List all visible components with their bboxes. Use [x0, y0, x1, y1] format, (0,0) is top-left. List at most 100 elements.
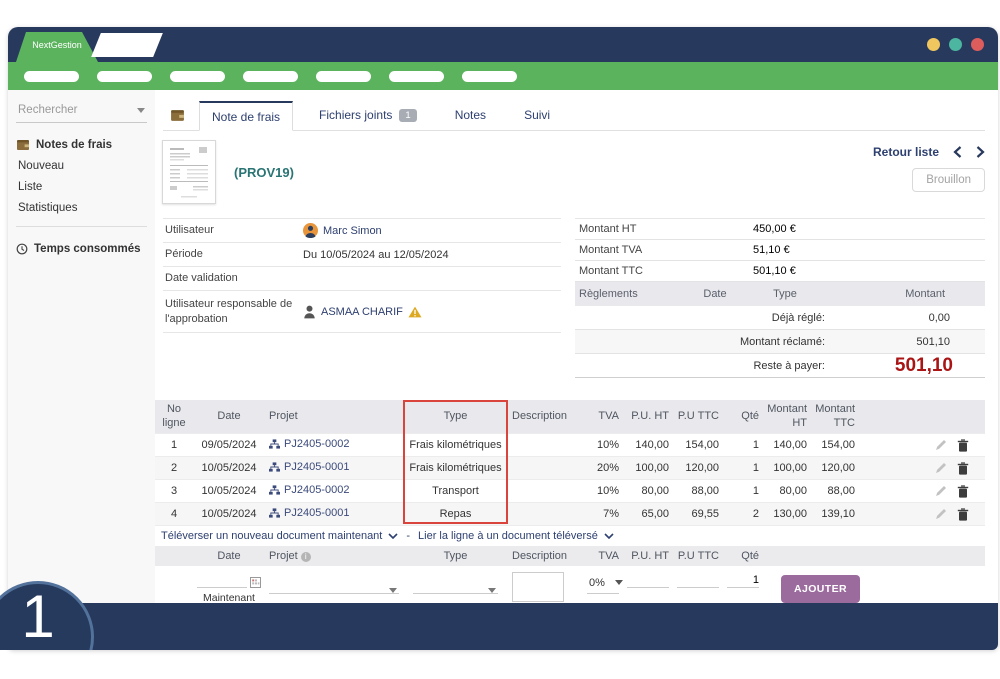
project-select[interactable] [269, 572, 399, 594]
line-montant-ht: 130,00 [763, 508, 811, 520]
minimize-dot-icon[interactable] [927, 38, 940, 51]
tab-label: Suivi [524, 108, 550, 122]
sidebar-item-liste[interactable]: Liste [18, 172, 147, 193]
tab-fichiers-joints[interactable]: Fichiers joints 1 [307, 100, 429, 130]
sidebar-divider [16, 226, 147, 227]
menu-pill[interactable] [97, 71, 152, 82]
upload-new-document-link[interactable]: Téléverser un nouveau document maintenan… [161, 530, 398, 542]
edit-icon[interactable] [935, 462, 947, 475]
back-to-list-link[interactable]: Retour liste [873, 145, 939, 159]
line-qte: 1 [723, 485, 763, 497]
info-row-approbateur: Utilisateur responsable de l'approbation… [163, 291, 561, 333]
window-controls [927, 38, 984, 51]
column-header: Description [508, 410, 583, 424]
form-header-row: Date Projet i Type Description TVA P.U. … [155, 546, 985, 566]
tab-note-de-frais[interactable]: Note de frais [199, 101, 293, 131]
column-header: TVA [583, 410, 623, 424]
user-link[interactable]: Marc Simon [323, 225, 382, 237]
previous-record-button[interactable] [953, 146, 962, 158]
line-montant-ht: 80,00 [763, 485, 811, 497]
column-header: Montant [905, 288, 985, 300]
trash-icon[interactable] [957, 508, 969, 521]
column-header: Projet [265, 410, 403, 424]
tab-suivi[interactable]: Suivi [512, 100, 562, 130]
project-link[interactable]: PJ2405-0002 [269, 484, 349, 496]
trash-icon[interactable] [957, 462, 969, 475]
amount-value: 51,10 € [753, 244, 790, 256]
project-code: PJ2405-0001 [284, 507, 349, 519]
qte-input[interactable] [727, 572, 759, 588]
line-pu-ht: 100,00 [623, 462, 673, 474]
chevron-down-icon [604, 533, 614, 539]
project-code: PJ2405-0001 [284, 461, 349, 473]
wallet-icon [170, 109, 185, 122]
pu-ht-input[interactable] [627, 572, 669, 588]
project-link[interactable]: PJ2405-0001 [269, 507, 349, 519]
edit-icon[interactable] [935, 485, 947, 498]
main-content: Note de frais Fichiers joints 1 Notes Su… [155, 90, 998, 603]
date-input[interactable] [197, 572, 247, 588]
menu-pill[interactable] [243, 71, 298, 82]
brand-tab[interactable]: NextGestion [16, 32, 98, 62]
info-row-utilisateur: Utilisateur Marc Simon [163, 219, 561, 243]
attachment-count-badge: 1 [399, 109, 416, 122]
line-date: 10/05/2024 [193, 508, 265, 520]
column-header: P.U TTC [673, 550, 723, 562]
next-record-button[interactable] [976, 146, 985, 158]
sidebar-item-nouveau[interactable]: Nouveau [18, 151, 147, 172]
menu-pill[interactable] [462, 71, 517, 82]
calendar-icon[interactable] [250, 577, 261, 588]
close-dot-icon[interactable] [971, 38, 984, 51]
tva-select[interactable]: 0% [587, 572, 619, 594]
project-code: PJ2405-0002 [284, 484, 349, 496]
amount-row-ttc: Montant TTC 501,10 € [575, 261, 985, 282]
link-document-link[interactable]: Lier la ligne à un document téléversé [418, 530, 614, 542]
sidebar-group-temps-consommes[interactable]: Temps consommés [16, 243, 147, 255]
type-select[interactable] [413, 572, 498, 594]
menu-pill[interactable] [24, 71, 79, 82]
line-pu-ttc: 69,55 [673, 508, 723, 520]
pu-ttc-input[interactable] [677, 572, 719, 588]
page-title: (PROV19) [234, 165, 294, 180]
approver-link[interactable]: ASMAA CHARIF [321, 306, 403, 318]
chevron-down-icon [488, 588, 496, 593]
menu-pill[interactable] [316, 71, 371, 82]
sitemap-icon [269, 508, 280, 518]
trash-icon[interactable] [957, 439, 969, 452]
field-label: Utilisateur responsable de l'approbation [163, 294, 303, 329]
avatar [303, 223, 318, 238]
menu-pill[interactable] [170, 71, 225, 82]
table-row: 1 09/05/2024 PJ2405-0002 Frais kilométri… [155, 433, 985, 456]
line-no: 2 [155, 462, 193, 474]
column-header: P.U TTC [673, 410, 723, 424]
tab-notes[interactable]: Notes [443, 100, 498, 130]
line-type: Repas [403, 508, 508, 520]
info-row-periode: Période Du 10/05/2024 au 12/05/2024 [163, 243, 561, 267]
table-header-row: No ligne Date Projet Type Description TV… [155, 400, 985, 433]
search-select[interactable]: Rechercher [16, 102, 147, 123]
chevron-down-icon [615, 580, 623, 585]
sidebar-item-statistiques[interactable]: Statistiques [18, 193, 147, 214]
edit-icon[interactable] [935, 439, 947, 452]
sidebar-group-notes-de-frais[interactable]: Notes de frais [16, 139, 147, 151]
maximize-dot-icon[interactable] [949, 38, 962, 51]
status-badge-brouillon[interactable]: Brouillon [912, 168, 985, 192]
project-link[interactable]: PJ2405-0001 [269, 461, 349, 473]
menu-pill[interactable] [389, 71, 444, 82]
line-montant-ttc: 154,00 [811, 439, 859, 451]
column-header: Qté [723, 550, 763, 562]
project-link[interactable]: PJ2405-0002 [269, 438, 349, 450]
brand-decoration [91, 33, 163, 57]
line-montant-ttc: 139,10 [811, 508, 859, 520]
trash-icon[interactable] [957, 485, 969, 498]
chevron-down-icon [388, 533, 398, 539]
description-textarea[interactable] [512, 572, 564, 602]
column-header: Qté [723, 410, 763, 424]
separator: - [406, 530, 410, 542]
column-header: Date [193, 550, 265, 562]
line-no: 4 [155, 508, 193, 520]
document-thumbnail[interactable] [162, 140, 216, 204]
edit-icon[interactable] [935, 508, 947, 521]
info-icon[interactable]: i [301, 552, 311, 562]
ajouter-button[interactable]: AJOUTER [781, 575, 860, 603]
